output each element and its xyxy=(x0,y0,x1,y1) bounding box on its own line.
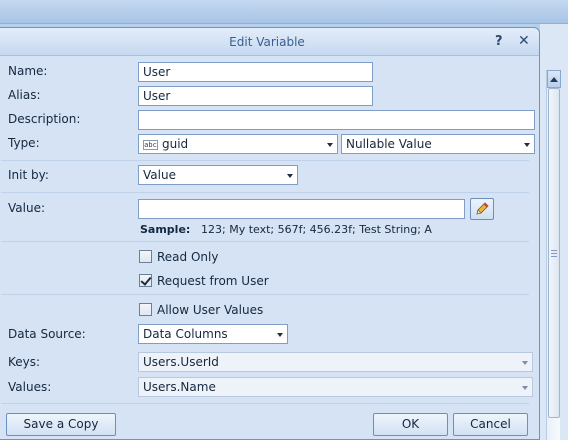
type-label: Type: xyxy=(8,136,40,150)
read-only-label: Read Only xyxy=(157,250,219,264)
data-source-label: Data Source: xyxy=(8,327,86,341)
description-label: Description: xyxy=(8,112,81,126)
keys-label: Keys: xyxy=(8,355,41,369)
help-icon[interactable]: ? xyxy=(495,34,503,49)
type-kind-dropdown[interactable]: Nullable Value xyxy=(341,134,535,154)
alias-label: Alias: xyxy=(8,88,41,102)
grip-icon xyxy=(551,249,557,257)
type-dropdown[interactable]: abc guid xyxy=(138,134,338,154)
keys-dropdown[interactable]: Users.UserId xyxy=(138,352,533,372)
save-a-copy-button[interactable]: Save a Copy xyxy=(6,413,116,436)
allow-user-values-label: Allow User Values xyxy=(157,303,264,317)
edit-variable-dialog: Edit Variable ? ✕ Name: User Alias: User… xyxy=(0,27,540,440)
close-icon[interactable]: ✕ xyxy=(518,33,530,49)
values-dropdown[interactable]: Users.Name xyxy=(138,377,533,397)
sample-label: Sample: xyxy=(140,223,191,236)
edit-value-button[interactable] xyxy=(470,198,494,220)
separator xyxy=(1,160,529,161)
background-toolbar xyxy=(0,0,568,24)
request-from-user-checkbox[interactable] xyxy=(139,274,152,287)
read-only-checkbox[interactable] xyxy=(139,250,152,263)
text-type-icon: abc xyxy=(143,140,158,150)
scrollbar-thumb[interactable] xyxy=(548,88,560,418)
cancel-button[interactable]: Cancel xyxy=(453,413,528,436)
scroll-up-arrow-icon[interactable] xyxy=(547,70,561,88)
type-value: guid xyxy=(162,137,189,151)
request-from-user-label: Request from User xyxy=(157,274,269,288)
description-input[interactable] xyxy=(138,110,535,130)
pencil-icon xyxy=(476,202,489,215)
separator xyxy=(1,403,529,404)
sample-text: 123; My text; 567f; 456.23f; Test String… xyxy=(201,223,432,236)
separator xyxy=(1,294,529,295)
alias-input[interactable]: User xyxy=(138,86,373,106)
background-scrollbar[interactable] xyxy=(546,70,561,440)
value-input[interactable] xyxy=(138,199,465,219)
separator xyxy=(1,192,529,193)
name-input[interactable]: User xyxy=(138,62,373,82)
dialog-titlebar[interactable]: Edit Variable ? ✕ xyxy=(0,28,539,56)
dialog-title: Edit Variable xyxy=(229,35,305,49)
values-label: Values: xyxy=(8,380,52,394)
ok-button[interactable]: OK xyxy=(373,413,448,436)
value-label: Value: xyxy=(8,201,45,215)
allow-user-values-checkbox[interactable] xyxy=(139,303,152,316)
separator xyxy=(1,241,529,242)
dialog-content: Name: User Alias: User Description: Type… xyxy=(0,57,539,440)
init-by-dropdown[interactable]: Value xyxy=(138,165,298,185)
name-label: Name: xyxy=(8,64,48,78)
init-by-label: Init by: xyxy=(8,168,49,182)
data-source-dropdown[interactable]: Data Columns xyxy=(138,324,288,344)
